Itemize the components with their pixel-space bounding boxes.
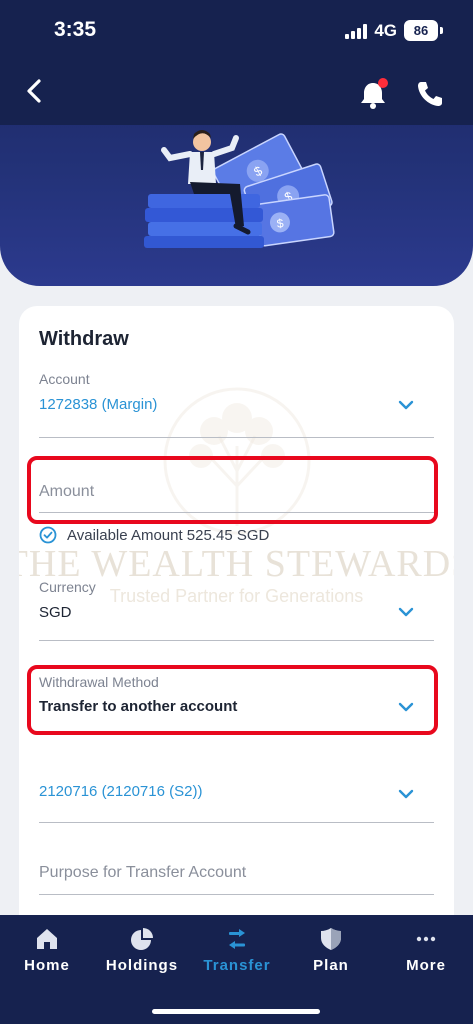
amount-placeholder: Amount xyxy=(39,483,95,500)
nav-more-label: More xyxy=(406,957,446,974)
available-amount-text: Available Amount 525.45 SGD xyxy=(67,526,270,544)
withdrawal-method-select[interactable]: Withdrawal Method Transfer to another ac… xyxy=(39,674,434,722)
nav-home-label: Home xyxy=(24,957,70,974)
nav-transfer-label: Transfer xyxy=(203,957,271,974)
notification-button[interactable] xyxy=(356,78,390,112)
phone-icon[interactable] xyxy=(414,78,446,110)
currency-select[interactable]: Currency SGD xyxy=(39,579,434,641)
available-amount: Available Amount 525.45 SGD xyxy=(39,526,269,544)
withdraw-card: THE WEALTH STEWARDS Trusted Partner for … xyxy=(19,306,454,956)
nav-plan[interactable]: Plan xyxy=(286,925,376,974)
account-label: Account xyxy=(39,371,90,387)
bottom-navigation: Home Holdings Transfer Plan More xyxy=(0,915,473,1024)
nav-transfer[interactable]: Transfer xyxy=(192,925,282,974)
shield-icon xyxy=(321,928,341,950)
target-account-select[interactable]: 2120716 (2120716 (S2)) xyxy=(39,783,434,823)
header: 3:35 4G 86 $ $ $ xyxy=(0,0,473,286)
target-account-value: 2120716 (2120716 (S2)) xyxy=(39,783,203,800)
notification-badge xyxy=(378,78,388,88)
battery-icon: 86 xyxy=(404,20,438,41)
check-circle-icon xyxy=(39,526,57,544)
home-icon xyxy=(37,929,57,949)
chevron-down-icon xyxy=(398,400,414,410)
nav-home[interactable]: Home xyxy=(2,925,92,974)
account-select[interactable]: Account 1272838 (Margin) xyxy=(39,371,434,439)
top-bar: 3:35 4G 86 xyxy=(0,0,473,125)
currency-label: Currency xyxy=(39,579,96,595)
person-on-money-illustration: $ $ $ xyxy=(144,130,335,248)
transfer-icon xyxy=(229,929,245,949)
back-arrow-icon[interactable] xyxy=(20,76,50,106)
battery-tip xyxy=(440,27,443,34)
page-title: Withdraw xyxy=(39,328,129,350)
signal-icon xyxy=(345,23,368,39)
chevron-down-icon xyxy=(398,702,414,712)
more-dots-icon xyxy=(416,936,436,942)
purpose-placeholder: Purpose for Transfer Account xyxy=(39,864,247,881)
withdrawal-method-label: Withdrawal Method xyxy=(39,674,159,690)
nav-holdings[interactable]: Holdings xyxy=(97,925,187,974)
nav-plan-label: Plan xyxy=(313,957,349,974)
status-time: 3:35 xyxy=(54,18,97,41)
chevron-down-icon xyxy=(398,789,414,799)
status-indicators: 4G 86 xyxy=(345,20,443,41)
nav-more[interactable]: More xyxy=(381,925,471,974)
amount-input[interactable]: Amount xyxy=(39,466,434,514)
pie-chart-icon xyxy=(131,928,153,950)
purpose-input[interactable]: Purpose for Transfer Account xyxy=(39,864,434,896)
chevron-down-icon xyxy=(398,607,414,617)
nav-holdings-label: Holdings xyxy=(105,957,179,974)
currency-value: SGD xyxy=(39,604,72,621)
account-value: 1272838 (Margin) xyxy=(39,396,158,413)
network-type: 4G xyxy=(374,20,397,40)
home-indicator xyxy=(152,1009,320,1014)
withdrawal-method-value: Transfer to another account xyxy=(39,698,238,715)
